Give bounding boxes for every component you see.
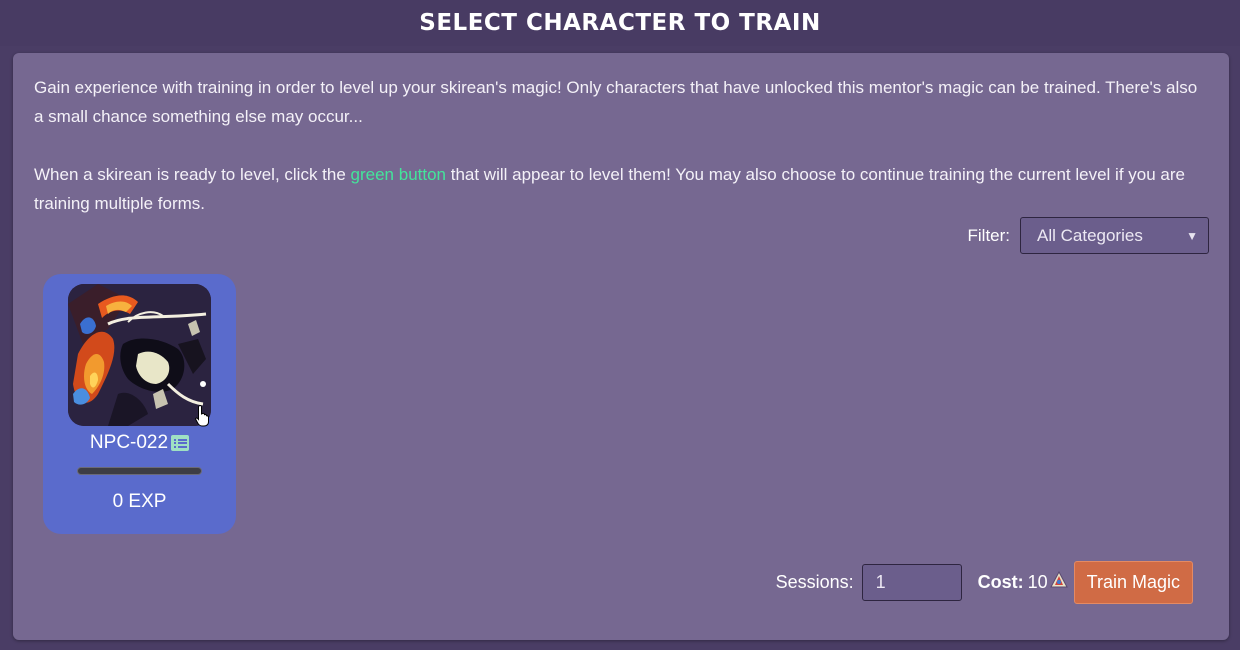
chevron-down-icon: ▼ <box>1186 228 1198 243</box>
filter-selected-value: All Categories <box>1037 225 1143 245</box>
category-filter-select[interactable]: All Categories ▼ <box>1020 217 1209 254</box>
cost-label: Cost: <box>977 572 1024 592</box>
dragon-artwork-icon <box>68 284 211 426</box>
character-card[interactable]: NPC-022 0 EXP <box>43 274 236 534</box>
cost-value: 10 <box>1027 572 1048 592</box>
intro-paragraph-1: Gain experience with training in order t… <box>34 78 1198 126</box>
cost-display: Cost: 10 <box>977 570 1068 594</box>
sessions-label: Sessions: <box>775 572 854 592</box>
train-magic-button[interactable]: Train Magic <box>1073 561 1193 604</box>
exp-progress-bar <box>77 467 202 475</box>
intro-paragraph-2: When a skirean is ready to level, click … <box>34 160 1209 218</box>
currency-icon <box>1049 570 1068 594</box>
intro-text-before: When a skirean is ready to level, click … <box>34 165 351 184</box>
filter-label: Filter: <box>967 225 1011 245</box>
page-title: SELECT CHARACTER TO TRAIN <box>419 10 821 36</box>
character-name-row: NPC-022 <box>43 432 236 454</box>
character-exp: 0 EXP <box>112 491 167 512</box>
page-header: SELECT CHARACTER TO TRAIN <box>0 0 1240 46</box>
sessions-input[interactable] <box>861 564 962 601</box>
list-icon[interactable] <box>171 435 190 451</box>
training-panel: Gain experience with training in order t… <box>13 53 1229 640</box>
character-avatar[interactable] <box>68 284 211 426</box>
intro-text: Gain experience with training in order t… <box>34 73 1209 218</box>
green-button-highlight: green button <box>350 165 446 184</box>
hand-cursor-icon <box>195 405 209 427</box>
character-name[interactable]: NPC-022 <box>90 432 168 454</box>
filter-row: Filter: All Categories ▼ <box>967 217 1209 254</box>
train-footer: Sessions: Cost: 10 Train Magic <box>776 561 1193 604</box>
